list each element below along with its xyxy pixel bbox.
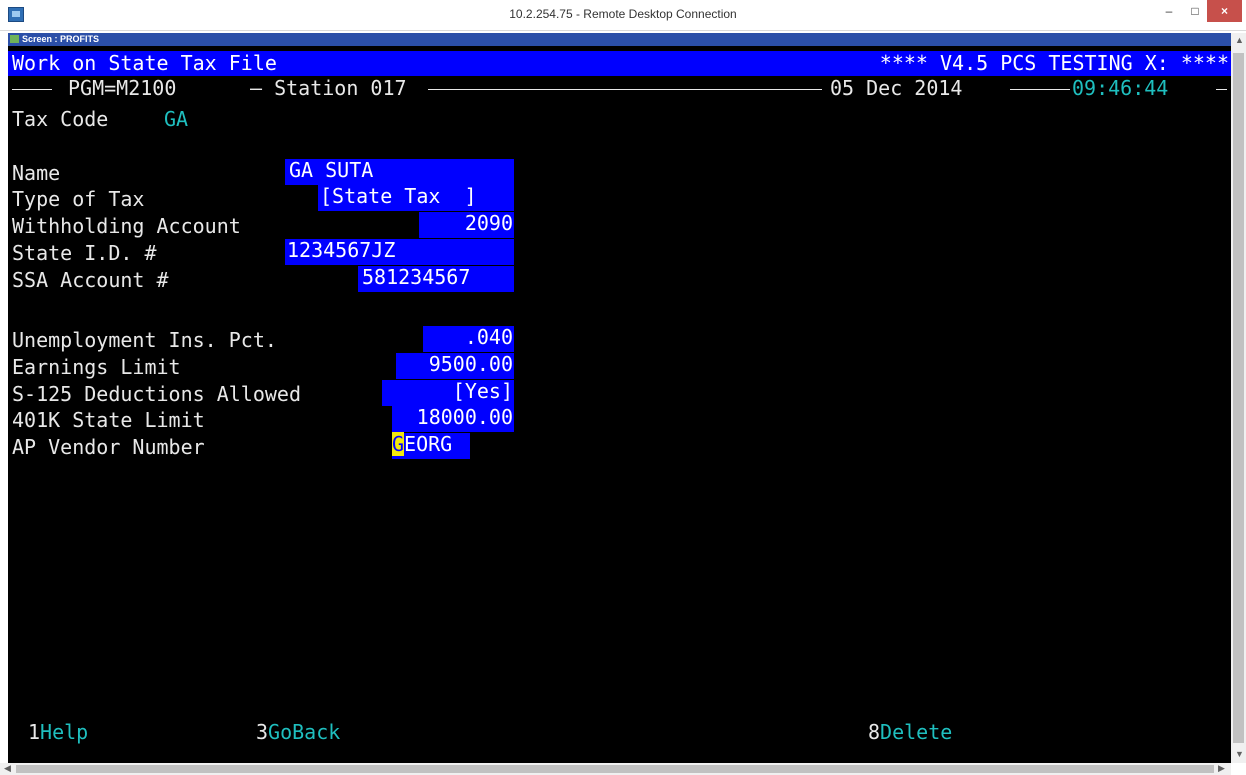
withholding-account-label: Withholding Account [12,214,241,238]
s125-deductions-label: S-125 Deductions Allowed [12,382,301,406]
close-button[interactable]: × [1207,0,1242,22]
status-line-rule [1216,89,1227,90]
vertical-scroll-thumb[interactable] [1233,53,1244,743]
scroll-up-icon[interactable]: ▲ [1235,35,1244,45]
tax-code-label: Tax Code [12,107,109,131]
fkey-number: 1 [28,720,41,744]
fkey-help[interactable]: 1Help [28,721,88,744]
text-cursor: G [392,432,405,456]
window-title: 10.2.254.75 - Remote Desktop Connection [509,7,737,21]
ap-vendor-value: EORG [404,432,453,456]
state-id-field[interactable]: 1234567JZ [285,239,514,265]
fkey-label: Delete [880,720,953,744]
fkey-delete[interactable]: 8Delete [868,721,952,744]
name-field[interactable]: GA SUTA [285,159,514,185]
screen-icon [10,35,19,43]
horizontal-scroll-thumb[interactable] [16,765,1214,773]
type-of-tax-label: Type of Tax [12,187,145,211]
s125-deductions-select[interactable]: [Yes] [382,380,514,406]
tax-code-value: GA [164,107,189,131]
401k-limit-label: 401K State Limit [12,408,205,432]
unemployment-pct-label: Unemployment Ins. Pct. [12,328,277,352]
type-of-tax-select[interactable]: [State Tax ] [318,185,514,211]
scroll-left-icon[interactable]: ◀ [4,763,11,774]
unemployment-pct-field[interactable]: .040 [423,326,514,352]
screen-title: Work on State Tax File [12,51,277,75]
state-id-label: State I.D. # [12,241,157,265]
terminal-screen[interactable]: Work on State Tax File **** V4.5 PCS TES… [8,46,1231,763]
earnings-limit-label: Earnings Limit [12,355,181,379]
program-id: PGM=M2100 [68,76,177,100]
status-line-rule [1010,89,1070,90]
window-title-bar: 10.2.254.75 - Remote Desktop Connection … [0,0,1246,31]
vertical-scrollbar[interactable]: ▲ ▼ [1231,33,1246,763]
fkey-number: 3 [256,720,269,744]
scroll-right-icon[interactable]: ▶ [1218,763,1225,774]
ap-vendor-label: AP Vendor Number [12,435,205,459]
fkey-label: Help [40,720,89,744]
status-line-rule [12,89,52,90]
date-display: 05 Dec 2014 [830,76,963,100]
earnings-limit-field[interactable]: 9500.00 [396,353,514,379]
version-banner: **** V4.5 PCS TESTING X: **** [879,51,1229,75]
401k-limit-field[interactable]: 18000.00 [392,406,514,432]
fkey-goback[interactable]: 3GoBack [256,721,340,744]
ssa-account-label: SSA Account # [12,268,169,292]
withholding-account-field[interactable]: 2090 [419,212,514,238]
ap-vendor-field[interactable]: GEORG [392,432,470,459]
minimize-button[interactable]: – [1156,0,1182,22]
maximize-button[interactable]: □ [1182,0,1208,22]
scroll-down-icon[interactable]: ▼ [1235,749,1244,759]
name-label: Name [12,161,61,185]
screen-label-bar: Screen : PROFITS [8,33,1231,46]
horizontal-scrollbar[interactable]: ◀ ▶ [0,763,1231,775]
fkey-number: 8 [868,720,881,744]
station-id: – Station 017 [250,76,407,100]
time-display: 09:46:44 [1072,76,1169,100]
screen-label: Screen : PROFITS [22,34,100,44]
status-line-rule [428,89,822,90]
ssa-account-field[interactable]: 581234567 [358,266,514,292]
fkey-label: GoBack [268,720,341,744]
